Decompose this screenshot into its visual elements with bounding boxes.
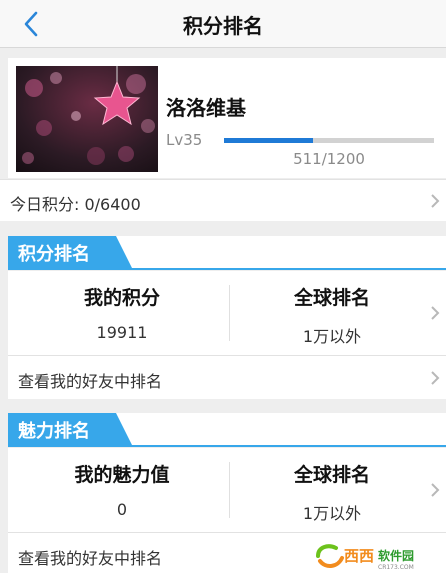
today-points-row[interactable]: 今日积分: 0/6400 — [0, 179, 446, 221]
level-label: Lv35 — [166, 131, 203, 149]
points-friends-rank-row[interactable]: 查看我的好友中排名 — [8, 355, 446, 399]
my-points-value: 19911 — [96, 323, 148, 342]
chevron-right-icon — [431, 306, 440, 320]
charm-ranking-title: 魅力排名 — [18, 421, 90, 442]
navigation-bar: 积分排名 — [0, 0, 446, 48]
avatar-image — [16, 66, 158, 172]
charm-stats[interactable]: 我的魅力值 0 全球排名 1万以外 — [8, 448, 446, 532]
my-points-label: 我的积分 — [83, 287, 160, 309]
global-rank-value: 1万以外 — [302, 504, 362, 523]
friends-rank-link: 查看我的好友中排名 — [18, 372, 163, 391]
chevron-right-icon — [431, 371, 440, 385]
points-ranking-title: 积分排名 — [18, 244, 90, 265]
exp-progress-fill — [224, 138, 314, 143]
global-rank-value: 1万以外 — [302, 327, 362, 346]
points-ranking-page: 积分排名 洛洛维基 Lv35 511/1200 今日积分: 0/6400 积分排… — [0, 0, 446, 573]
section-underline — [8, 268, 446, 270]
charm-ranking-header: 魅力排名 — [8, 413, 446, 447]
friends-rank-link: 查看我的好友中排名 — [18, 549, 163, 568]
my-charm-label: 我的魅力值 — [74, 464, 170, 486]
stats-divider — [229, 462, 230, 518]
chevron-right-icon — [431, 194, 440, 208]
svg-text:软件园: 软件园 — [378, 548, 414, 563]
global-rank-label: 全球排名 — [293, 464, 370, 486]
profile-card: 洛洛维基 Lv35 511/1200 — [8, 58, 446, 178]
chevron-right-icon — [431, 483, 440, 497]
stats-divider — [229, 285, 230, 341]
points-ranking-header: 积分排名 — [8, 236, 446, 270]
svg-text:西西: 西西 — [344, 547, 374, 565]
exp-text: 511/1200 — [293, 150, 365, 168]
avatar[interactable] — [16, 66, 158, 172]
site-watermark-logo: 西西 软件园 CR173.COM — [314, 541, 446, 571]
svg-text:CR173.COM: CR173.COM — [378, 564, 414, 571]
section-underline — [8, 445, 446, 447]
global-rank-label: 全球排名 — [293, 287, 370, 309]
page-title: 积分排名 — [183, 14, 263, 38]
my-charm-value: 0 — [116, 500, 128, 519]
username: 洛洛维基 — [166, 96, 246, 120]
points-stats[interactable]: 我的积分 19911 全球排名 1万以外 — [8, 271, 446, 355]
exp-progress-bar — [224, 138, 434, 143]
today-points-label: 今日积分: 0/6400 — [10, 195, 141, 214]
